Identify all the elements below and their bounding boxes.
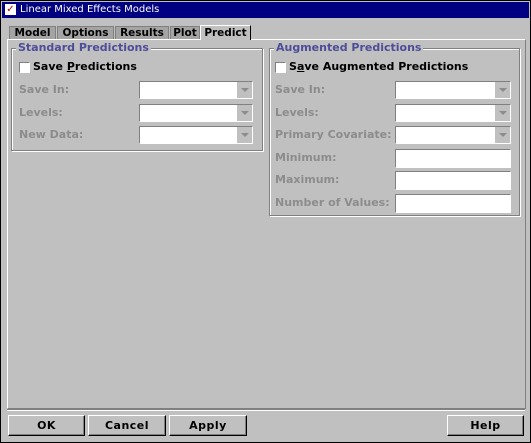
save-augmented-predictions-checkbox[interactable]: Save Augmented Predictions: [275, 60, 475, 74]
save-in-label: Save In:: [19, 83, 70, 96]
levels-combo[interactable]: [139, 104, 253, 122]
title-bar[interactable]: ✓ Linear Mixed Effects Models: [2, 2, 529, 18]
aug-levels-combo[interactable]: [395, 104, 511, 122]
levels-label: Levels:: [19, 106, 63, 119]
help-button[interactable]: Help: [447, 415, 524, 436]
save-predictions-checkbox[interactable]: Save Predictions: [19, 60, 159, 74]
maximum-label: Maximum:: [275, 173, 340, 186]
checkbox-box[interactable]: [19, 62, 30, 73]
checkbox-box[interactable]: [275, 62, 286, 73]
apply-button[interactable]: Apply: [169, 415, 247, 436]
predict-panel: Standard Predictions Save Predictions Sa…: [7, 39, 526, 409]
new-data-label: New Data:: [19, 128, 84, 141]
number-of-values-input[interactable]: [395, 194, 511, 213]
augmented-predictions-legend: Augmented Predictions: [274, 41, 424, 55]
app-icon: ✓: [5, 4, 16, 15]
aug-levels-label: Levels:: [275, 106, 319, 119]
primary-covariate-combo[interactable]: [395, 126, 511, 144]
cancel-button[interactable]: Cancel: [88, 415, 166, 436]
primary-covariate-label: Primary Covariate:: [275, 128, 392, 141]
dropdown-arrow-icon[interactable]: [237, 105, 252, 121]
minimum-label: Minimum:: [275, 151, 337, 164]
ok-button[interactable]: OK: [8, 415, 85, 436]
window-title: Linear Mixed Effects Models: [20, 4, 160, 15]
save-augmented-label: Save Augmented Predictions: [289, 60, 468, 74]
save-predictions-label: Save Predictions: [33, 60, 137, 74]
maximum-input[interactable]: [395, 171, 511, 190]
augmented-predictions-group: Augmented Predictions Save Augmented Pre…: [269, 41, 520, 216]
aug-save-in-label: Save In:: [275, 83, 326, 96]
standard-predictions-legend: Standard Predictions: [16, 41, 151, 55]
tab-options[interactable]: Options: [57, 26, 114, 39]
dropdown-arrow-icon[interactable]: [237, 127, 252, 143]
tab-plot[interactable]: Plot: [170, 26, 200, 39]
standard-predictions-group: Standard Predictions Save Predictions Sa…: [11, 41, 263, 151]
dropdown-arrow-icon[interactable]: [237, 82, 252, 98]
tab-model[interactable]: Model: [9, 26, 56, 39]
minimum-input[interactable]: [395, 149, 511, 168]
label-accelerator: P: [66, 60, 75, 73]
label-part: redictions: [74, 60, 137, 73]
button-separator: [7, 409, 525, 411]
tab-predict[interactable]: Predict: [200, 25, 251, 40]
save-in-combo[interactable]: [139, 81, 253, 99]
dropdown-arrow-icon[interactable]: [495, 82, 510, 98]
number-of-values-label: Number of Values:: [275, 196, 390, 209]
tab-results[interactable]: Results: [115, 26, 169, 39]
label-part: ve Augmented Predictions: [304, 60, 469, 73]
new-data-combo[interactable]: [139, 126, 253, 144]
dialog-window: ✓ Linear Mixed Effects Models Model Opti…: [0, 0, 531, 443]
aug-save-in-combo[interactable]: [395, 81, 511, 99]
dropdown-arrow-icon[interactable]: [495, 105, 510, 121]
label-part: S: [289, 60, 297, 73]
dropdown-arrow-icon[interactable]: [495, 127, 510, 143]
label-part: Save: [33, 60, 67, 73]
